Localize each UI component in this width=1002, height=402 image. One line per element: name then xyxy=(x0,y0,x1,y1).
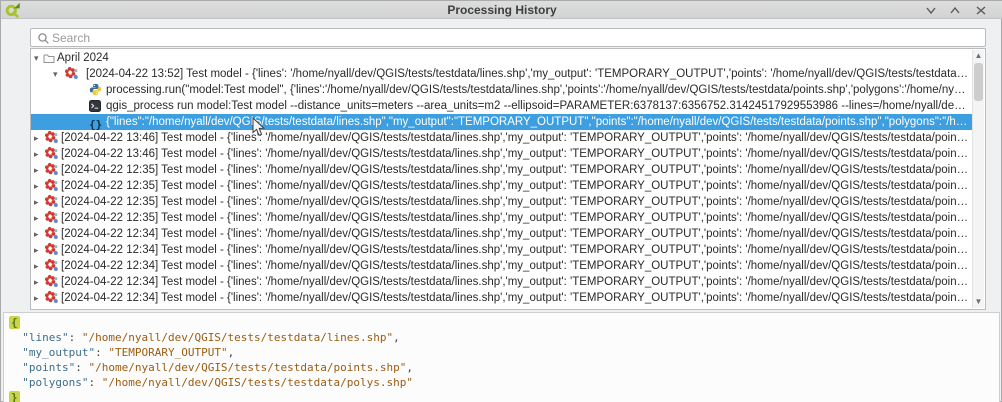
tree-row-label: processing.run("model:Test model", {'lin… xyxy=(106,82,969,98)
code-line: } xyxy=(9,390,999,402)
tree-row-label: [2024-04-22 12:34] Test model - {'lines'… xyxy=(61,242,969,258)
tree-row[interactable]: {} {"lines":"/home/nyall/dev/QGIS/tests/t… xyxy=(31,114,972,130)
close-icon xyxy=(973,4,989,17)
tree-row-label: [2024-04-22 12:35] Test model - {'lines'… xyxy=(61,194,969,210)
python-icon xyxy=(89,83,102,97)
tree-row[interactable]: ▸ [2024-04-22 12:34] Test model - {'lines… xyxy=(31,258,972,274)
close-button[interactable] xyxy=(973,4,989,17)
code-line: "polygons": "/home/nyall/dev/QGIS/tests/… xyxy=(9,375,999,390)
model-icon xyxy=(45,195,58,209)
expander-closed-icon[interactable]: ▸ xyxy=(34,242,39,258)
search-input[interactable] xyxy=(52,29,972,46)
processing-history-window: { "window": { "title": "Processing Histo… xyxy=(0,0,1002,402)
tree-row[interactable]: qgis_process run model:Test model --dist… xyxy=(31,98,972,114)
json-code-panel[interactable]: { "lines": "/home/nyall/dev/QGIS/tests/t… xyxy=(3,312,1000,402)
expander-closed-icon[interactable]: ▸ xyxy=(34,162,39,178)
tree-row-label: [2024-04-22 12:34] Test model - {'lines'… xyxy=(61,258,969,274)
chevron-up-icon xyxy=(947,4,963,17)
tree-row[interactable]: ▸ [2024-04-22 13:46] Test model - {'lines… xyxy=(31,146,972,162)
expander-closed-icon[interactable]: ▸ xyxy=(34,194,39,210)
window-title: Processing History xyxy=(1,3,1002,17)
tree-row[interactable]: ▸ [2024-04-22 12:35] Test model - {'lines… xyxy=(31,162,972,178)
tree-row-label: [2024-04-22 12:35] Test model - {'lines'… xyxy=(61,178,969,194)
tree-row-label: April 2024 xyxy=(57,50,969,66)
tree-row[interactable]: ▸ [2024-04-22 13:46] Test model - {'lines… xyxy=(31,130,972,146)
code-line: "points": "/home/nyall/dev/QGIS/tests/te… xyxy=(9,360,999,375)
history-tree: ▾April 2024▾[2024-04-22 13:52] Test mode… xyxy=(30,48,986,310)
expander-closed-icon[interactable]: ▸ xyxy=(34,226,39,242)
expander-closed-icon[interactable]: ▸ xyxy=(34,274,39,290)
tree-row[interactable]: ▸ [2024-04-22 12:35] Test model - {'lines… xyxy=(31,178,972,194)
tree-row-label: [2024-04-22 13:46] Test model - {'lines'… xyxy=(61,146,969,162)
expander-closed-icon[interactable]: ▸ xyxy=(34,210,39,226)
code-line: "lines": "/home/nyall/dev/QGIS/tests/tes… xyxy=(9,330,999,345)
unshade-button[interactable] xyxy=(947,4,963,17)
code-line: { xyxy=(9,315,999,330)
braces-icon: {} xyxy=(89,115,102,129)
tree-row[interactable]: ▸ [2024-04-22 12:34] Test model - {'lines… xyxy=(31,290,972,306)
model-icon xyxy=(45,275,58,289)
scrollbar-thumb[interactable] xyxy=(974,63,983,101)
tree-row-label: [2024-04-22 12:35] Test model - {'lines'… xyxy=(61,210,969,226)
model-icon xyxy=(65,67,78,81)
tree-row[interactable]: ▸ [2024-04-22 12:34] Test model - {'lines… xyxy=(31,242,972,258)
tree-row-label: [2024-04-22 12:34] Test model - {'lines'… xyxy=(61,290,969,306)
model-icon xyxy=(45,291,58,305)
tree-row[interactable]: ▸ [2024-04-22 12:35] Test model - {'lines… xyxy=(31,194,972,210)
tree-row-label: {"lines":"/home/nyall/dev/QGIS/tests/tes… xyxy=(106,114,969,130)
code-line: "my_output": "TEMPORARY_OUTPUT", xyxy=(9,345,999,360)
tree-row-label: [2024-04-22 12:35] Test model - {'lines'… xyxy=(61,162,969,178)
scrollbar-up-arrow-icon[interactable]: ▲ xyxy=(973,50,984,62)
tree-group-row[interactable]: ▾ April 2024 xyxy=(31,50,972,66)
model-icon xyxy=(45,243,58,257)
model-icon xyxy=(45,163,58,177)
chevron-down-icon xyxy=(923,4,939,17)
model-icon xyxy=(45,259,58,273)
expander-closed-icon[interactable]: ▸ xyxy=(34,290,39,306)
history-tree-rows: ▾April 2024▾[2024-04-22 13:52] Test mode… xyxy=(31,50,972,308)
search-box xyxy=(30,28,986,47)
tree-row[interactable]: ▸ [2024-04-22 12:34] Test model - {'lines… xyxy=(31,274,972,290)
expander-open-icon[interactable]: ▾ xyxy=(34,50,39,66)
tree-row[interactable]: ▾ [2024-04-22 13:52] Test model - {'lines… xyxy=(31,66,972,82)
folder-icon xyxy=(43,51,55,65)
model-icon xyxy=(45,147,58,161)
tree-row[interactable]: ▸ [2024-04-22 12:35] Test model - {'lines… xyxy=(31,210,972,226)
tree-row-label: [2024-04-22 12:34] Test model - {'lines'… xyxy=(61,274,969,290)
titlebar[interactable]: Processing History xyxy=(1,1,1002,19)
expander-open-icon[interactable]: ▾ xyxy=(53,66,58,82)
model-icon xyxy=(45,179,58,193)
expander-closed-icon[interactable]: ▸ xyxy=(34,258,39,274)
terminal-icon xyxy=(89,99,101,113)
tree-row[interactable]: ▸ [2024-04-22 12:34] Test model - {'lines… xyxy=(31,226,972,242)
model-icon xyxy=(45,227,58,241)
tree-row[interactable]: processing.run("model:Test model", {'lin… xyxy=(31,82,972,98)
tree-row-label: [2024-04-22 13:52] Test model - {'lines'… xyxy=(86,66,969,82)
tree-row-label: [2024-04-22 12:34] Test model - {'lines'… xyxy=(61,226,969,242)
tree-row-label: qgis_process run model:Test model --dist… xyxy=(106,98,969,114)
model-icon xyxy=(45,211,58,225)
scrollbar-down-arrow-icon[interactable]: ▼ xyxy=(973,296,984,308)
expander-closed-icon[interactable]: ▸ xyxy=(34,146,39,162)
shade-button[interactable] xyxy=(923,4,939,17)
expander-closed-icon[interactable]: ▸ xyxy=(34,178,39,194)
expander-closed-icon[interactable]: ▸ xyxy=(34,130,39,146)
tree-row-label: [2024-04-22 13:46] Test model - {'lines'… xyxy=(61,130,969,146)
model-icon xyxy=(45,131,58,145)
vertical-scrollbar[interactable]: ▲ ▼ xyxy=(972,50,984,308)
